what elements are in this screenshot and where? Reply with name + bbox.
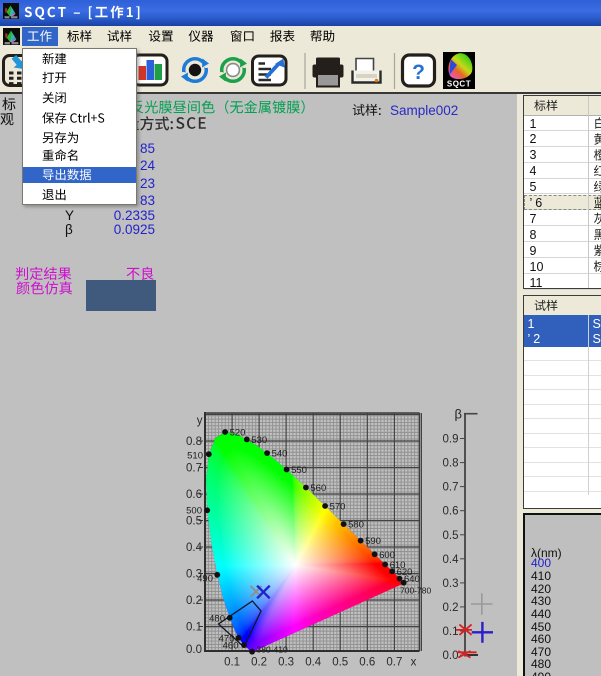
svg-text:0.4: 0.4 [186,542,203,554]
svg-text:0.5: 0.5 [186,516,202,528]
svg-text:y: y [197,415,203,427]
svg-text:0.6: 0.6 [186,489,202,501]
svg-text:0.0: 0.0 [186,644,202,656]
svg-text:0.1: 0.1 [443,626,459,638]
svg-text:0.3: 0.3 [443,578,459,590]
svg-text:0.5: 0.5 [332,657,348,669]
svg-text:0.4: 0.4 [443,554,460,566]
svg-text:x: x [411,657,417,669]
svg-text:0.1: 0.1 [186,622,202,634]
svg-text:0.6: 0.6 [443,506,459,518]
svg-text:0.8: 0.8 [186,436,202,448]
svg-text:0.1: 0.1 [224,657,240,669]
svg-text:0.9: 0.9 [443,434,459,446]
svg-text:0.3: 0.3 [278,657,294,669]
svg-text:0.7: 0.7 [186,463,202,475]
svg-text:β: β [455,407,462,422]
svg-text:510: 510 [187,451,203,462]
svg-text:0.0: 0.0 [443,650,459,662]
svg-text:0.6: 0.6 [359,657,375,669]
svg-text:0.3: 0.3 [186,569,202,581]
svg-text:0.2: 0.2 [186,595,202,607]
svg-text:0.2: 0.2 [251,657,267,669]
svg-text:0.7: 0.7 [443,482,459,494]
svg-text:0.7: 0.7 [386,657,402,669]
svg-text:0.2: 0.2 [443,602,459,614]
svg-text:500: 500 [186,506,202,517]
svg-text:0.5: 0.5 [443,530,459,542]
svg-text:0.4: 0.4 [305,657,322,669]
svg-text:0.8: 0.8 [443,458,459,470]
